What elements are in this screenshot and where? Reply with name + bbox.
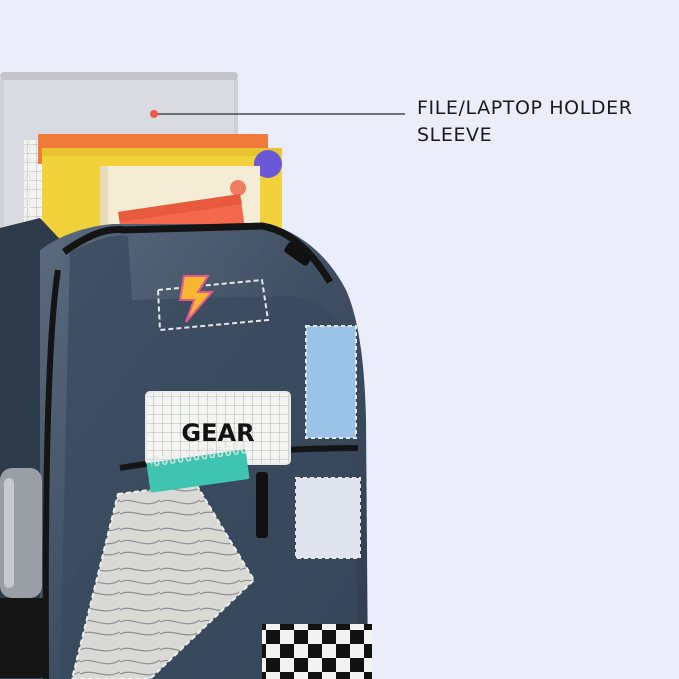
water-bottle [0,468,48,678]
checkered-patch [262,624,372,679]
callout-label: FILE/LAPTOP HOLDER SLEEVE [417,97,633,146]
callout-dot [150,110,158,118]
sticker-patch [295,477,361,559]
blue-patch [305,325,357,439]
